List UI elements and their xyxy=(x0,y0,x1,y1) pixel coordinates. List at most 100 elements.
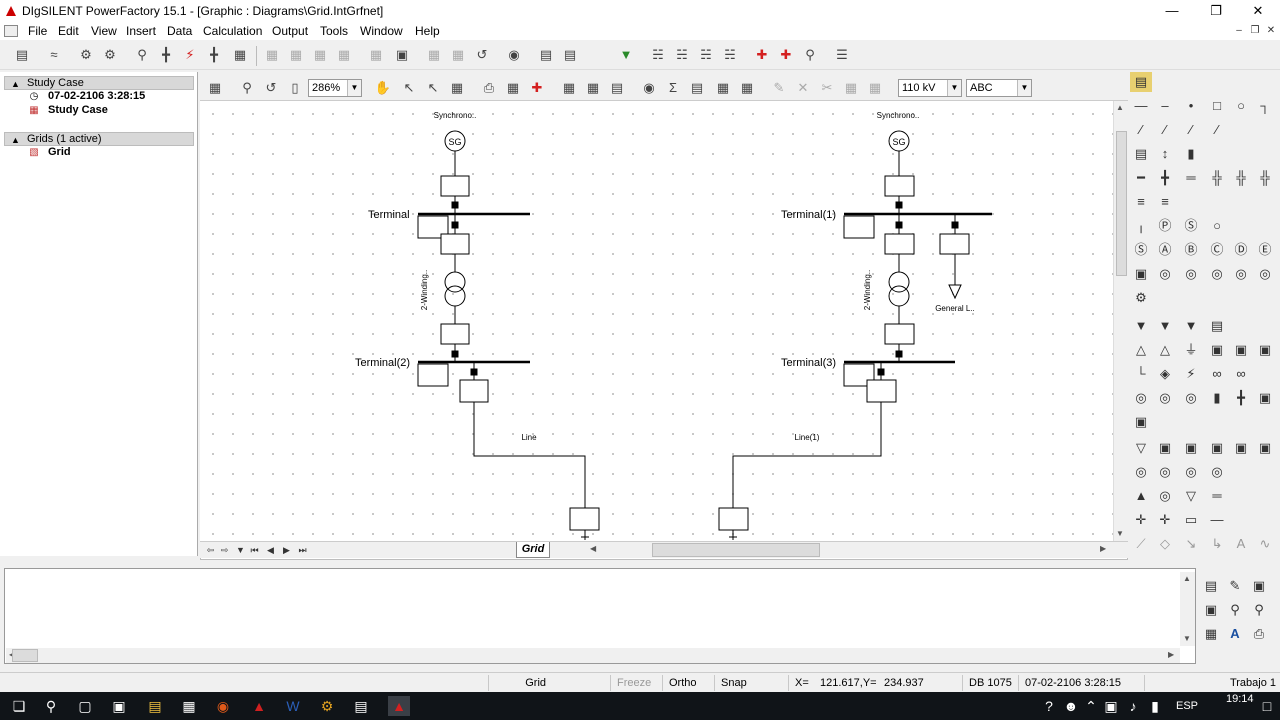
converter-a-icon[interactable]: ▽ xyxy=(1130,438,1152,458)
people-icon[interactable]: ☻ xyxy=(1060,696,1082,716)
switch-b-icon[interactable]: ⁄ xyxy=(1154,120,1176,140)
windows-start-icon[interactable]: ❏ xyxy=(8,696,30,716)
study-case-item[interactable]: Study Case xyxy=(48,104,108,116)
transformer-left[interactable] xyxy=(444,271,466,307)
menu-calculation[interactable]: Calculation xyxy=(203,24,262,38)
earth-icon[interactable]: ⏚ xyxy=(1180,340,1202,360)
calculator-icon[interactable]: ▦ xyxy=(178,696,200,716)
breaker-box[interactable] xyxy=(440,175,470,197)
line-left[interactable] xyxy=(473,402,586,508)
generator-right[interactable]: SG xyxy=(888,130,910,152)
find-icon[interactable]: ⚲ xyxy=(1224,600,1246,620)
filter-b-icon[interactable]: △ xyxy=(1154,340,1176,360)
copy-icon[interactable]: ▦ xyxy=(841,78,861,98)
generator-left[interactable]: SG xyxy=(444,130,466,152)
page2-icon[interactable]: ▦ xyxy=(583,78,603,98)
menu-view[interactable]: View xyxy=(91,24,117,38)
circle-icon[interactable]: ○ xyxy=(1230,96,1252,116)
scroll-left-icon[interactable]: ◀ xyxy=(590,544,596,553)
terminal-app-icon[interactable]: ▤ xyxy=(350,696,372,716)
rect-small-icon[interactable]: ▭ xyxy=(1180,510,1202,530)
load-arrow-icon[interactable] xyxy=(948,284,962,300)
mdi-minimize-icon[interactable]: – xyxy=(1232,24,1246,38)
powerfactory-task-icon[interactable]: ▲ xyxy=(388,696,410,716)
svs-icon[interactable]: ▣ xyxy=(1230,340,1252,360)
print-icon[interactable]: ⎙ xyxy=(479,78,499,98)
undo-icon[interactable]: ↺ xyxy=(472,45,492,65)
load-mv-icon[interactable]: ▼ xyxy=(1154,316,1176,336)
terminal2-label[interactable]: Terminal(2) xyxy=(355,357,410,369)
window2-icon[interactable]: ▤ xyxy=(560,45,580,65)
add-red-icon[interactable]: ✚ xyxy=(752,45,772,65)
pv-icon[interactable]: ▣ xyxy=(1130,264,1152,284)
switch-a-icon[interactable]: ⁄ xyxy=(1130,120,1152,140)
search-icon[interactable]: ⚲ xyxy=(132,45,152,65)
transformer-right[interactable] xyxy=(888,271,910,307)
relay-a-icon[interactable]: ◎ xyxy=(1130,462,1152,482)
svc-icon[interactable]: ▣ xyxy=(1206,340,1228,360)
tool-a-icon[interactable]: ▦ xyxy=(262,45,282,65)
hscroll-thumb[interactable] xyxy=(12,649,38,662)
fuse-icon[interactable]: ▤ xyxy=(1130,144,1152,164)
breaker-box[interactable] xyxy=(440,233,470,255)
word-icon[interactable]: W xyxy=(282,696,304,716)
rect-icon[interactable]: □ xyxy=(1206,96,1228,116)
diag-line-icon[interactable]: ⟋ xyxy=(1130,534,1152,554)
scroll-up-icon[interactable]: ▲ xyxy=(1183,574,1191,583)
calc-icon[interactable]: ⚙ xyxy=(76,45,96,65)
scroll-down-icon[interactable]: ▼ xyxy=(1116,529,1124,538)
series-icon[interactable]: └ xyxy=(1130,364,1152,384)
converter-f-icon[interactable]: ▣ xyxy=(1254,438,1276,458)
zoom-back-icon[interactable]: ↺ xyxy=(261,78,281,98)
tool-c-icon[interactable]: ▦ xyxy=(310,45,330,65)
load-tool-icon[interactable]: ▼ xyxy=(1130,316,1152,336)
bus-coupler-icon[interactable]: ╬ xyxy=(1230,168,1252,188)
bus-box[interactable] xyxy=(843,215,875,239)
mdi-restore-icon[interactable]: ❐ xyxy=(1248,24,1262,38)
rlc-icon[interactable]: ▣ xyxy=(1254,388,1276,408)
trafo-d-icon[interactable]: ◎ xyxy=(1254,264,1276,284)
sheet-prev-icon[interactable]: ⇦ xyxy=(204,543,217,557)
menu-insert[interactable]: Insert xyxy=(126,24,156,38)
gen-d-icon[interactable]: Ⓓ xyxy=(1230,240,1252,260)
converter-b-icon[interactable]: ▣ xyxy=(1154,438,1176,458)
converter-e-icon[interactable]: ▣ xyxy=(1230,438,1252,458)
gen-c-icon[interactable]: Ⓒ xyxy=(1206,240,1228,260)
restore-icon[interactable]: ❐ xyxy=(1194,0,1238,22)
find-next-icon[interactable]: ⚲ xyxy=(1248,600,1270,620)
tool-b-icon[interactable]: ▦ xyxy=(286,45,306,65)
filter-a-icon[interactable]: △ xyxy=(1130,340,1152,360)
clock-time[interactable]: 19:14 xyxy=(1226,693,1254,705)
calc2-icon[interactable]: ⚙ xyxy=(100,45,120,65)
node-a-icon[interactable]: ✛ xyxy=(1130,510,1152,530)
diagram-hscroll[interactable]: ◀ ▶ xyxy=(588,542,1118,558)
chart-icon[interactable]: ≈ xyxy=(44,45,64,65)
switch-d-icon[interactable]: ⁄ xyxy=(1206,120,1228,140)
color-icon[interactable]: ◉ xyxy=(639,78,659,98)
triple-bus-icon[interactable]: ≡ xyxy=(1130,192,1152,212)
document-icon[interactable] xyxy=(4,25,18,37)
bus-section-icon[interactable]: ╬ xyxy=(1206,168,1228,188)
busbar-icon[interactable]: ╋ xyxy=(156,45,176,65)
ward-icon[interactable]: ◈ xyxy=(1154,364,1176,384)
task-view-icon[interactable]: ▢ xyxy=(74,696,96,716)
pan-hand-icon[interactable]: ✋ xyxy=(373,78,393,98)
meas-c-icon[interactable]: ◎ xyxy=(1180,388,1202,408)
trafo-label-left[interactable]: 2-Winding.. xyxy=(420,270,429,310)
save-output-icon[interactable]: ▣ xyxy=(1248,576,1270,596)
font-icon[interactable]: A xyxy=(1224,624,1246,644)
battery-icon[interactable]: ▮ xyxy=(1144,696,1166,716)
status-ortho[interactable]: Ortho xyxy=(662,675,712,691)
table-icon[interactable]: ▦ xyxy=(503,78,523,98)
shunt-icon[interactable]: ⚙ xyxy=(1130,288,1152,308)
sheet-menu-icon[interactable]: ▼ xyxy=(234,543,247,557)
zoom-combo[interactable]: 286% ▼ xyxy=(308,79,362,97)
arrester-icon[interactable]: ▽ xyxy=(1180,486,1202,506)
trafo-b-icon[interactable]: ◎ xyxy=(1206,264,1228,284)
dropdown-icon[interactable]: ▼ xyxy=(616,45,636,65)
ct-icon[interactable]: ▲ xyxy=(1130,486,1152,506)
page-icon[interactable]: ▯ xyxy=(285,78,305,98)
chevron-up-icon[interactable]: ⌃ xyxy=(1080,696,1102,716)
open-icon[interactable]: ▤ xyxy=(607,78,627,98)
breaker-box[interactable] xyxy=(866,379,897,403)
